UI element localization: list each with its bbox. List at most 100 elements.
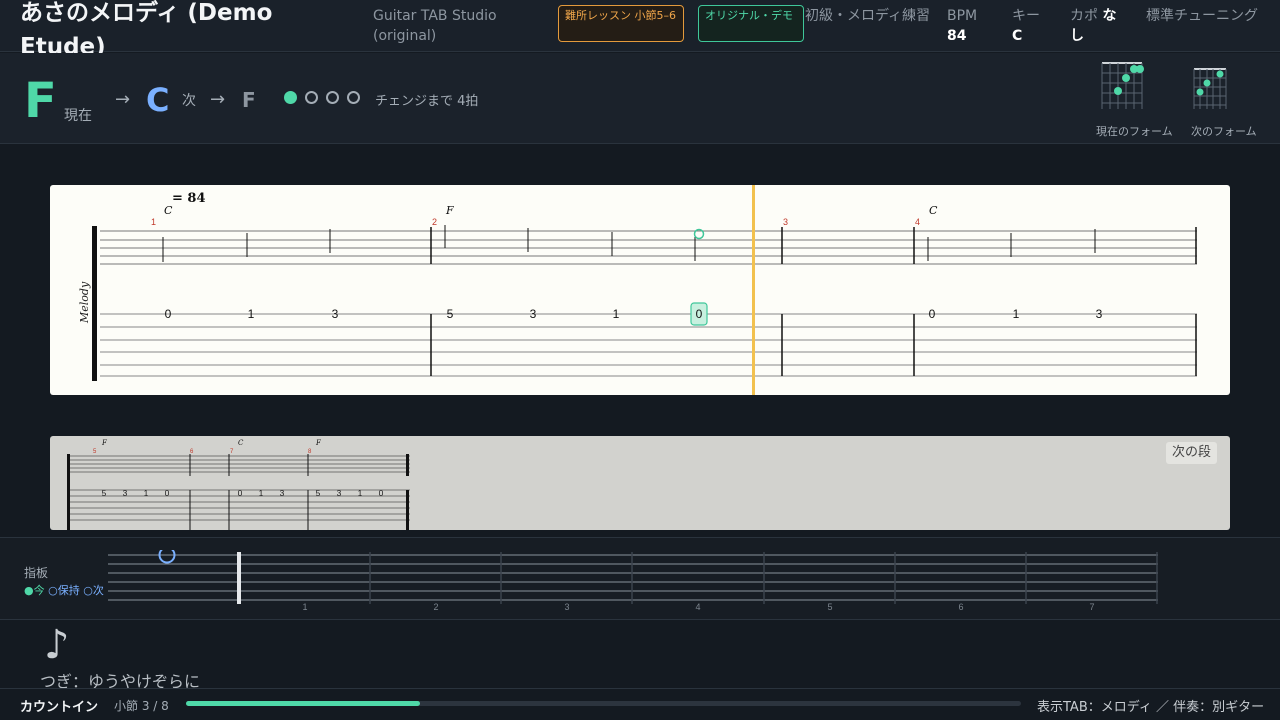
tab-fret: 3 bbox=[123, 489, 128, 498]
capo-label: カポ bbox=[1070, 8, 1098, 24]
fret-number: 1 bbox=[302, 602, 307, 610]
current-form-label: 現在のフォーム bbox=[1096, 125, 1173, 138]
playhead-cursor[interactable] bbox=[752, 185, 755, 395]
measure-position: 小節 3 / 8 bbox=[114, 699, 169, 713]
countin-button[interactable]: カウントイン bbox=[20, 696, 98, 715]
tab-fret: 0 bbox=[165, 307, 172, 321]
legend-now: ●今 bbox=[24, 584, 45, 597]
chord-change-countdown: チェンジまで 4拍 bbox=[375, 94, 479, 109]
system-bracket bbox=[92, 226, 97, 381]
beat-indicator bbox=[326, 91, 339, 104]
footer-bar: カウントイン 小節 3 / 8 表示TAB：メロディ ／ 伴奏：別ギター bbox=[0, 688, 1280, 720]
next-chord-diagram bbox=[1193, 68, 1227, 109]
fret-number: 5 bbox=[827, 602, 832, 610]
song-title: あさのメロディ (Demo Etude) bbox=[20, 0, 273, 54]
music-note-icon: ♪ bbox=[44, 622, 70, 668]
bpm-label: BPM bbox=[947, 8, 978, 24]
fretboard-nut bbox=[237, 552, 241, 604]
chord-bar: F 現在 → C 次 → F チェンジまで 4拍 現在のフォーム 次のフォーム bbox=[0, 53, 1280, 144]
arrow-right-icon: → bbox=[115, 89, 131, 110]
next-chord: C bbox=[146, 81, 170, 119]
tab-fret: 5 bbox=[316, 489, 321, 498]
finger-dot bbox=[1122, 74, 1130, 82]
measure-number: 1 bbox=[151, 217, 156, 227]
current-chord: F bbox=[24, 73, 57, 129]
measure-number: 5 bbox=[93, 449, 97, 455]
next-form-label: 次のフォーム bbox=[1191, 125, 1257, 138]
tab-fret: 5 bbox=[447, 307, 454, 321]
track-name: Melody bbox=[78, 281, 91, 324]
measure-number: 8 bbox=[308, 449, 312, 455]
chord-symbol: C bbox=[929, 204, 938, 217]
score-sheet[interactable]: = 84 Melody 1 2 3 4 C F C 0 1 3 5 3 1 0 … bbox=[50, 185, 1230, 395]
level-label: 初級・メロディ練習 bbox=[805, 8, 931, 24]
tab-fret: 5 bbox=[102, 489, 107, 498]
lesson-badge[interactable]: 難所レッスン 小節5–6 bbox=[558, 5, 684, 42]
fretboard-diagram[interactable]: 1 2 3 4 5 6 7 bbox=[108, 550, 1160, 610]
next-tab-staff: 5 6 7 8 F C F 5 3 1 0 0 1 3 5 3 1 0 bbox=[67, 439, 410, 530]
beat-indicator bbox=[305, 91, 318, 104]
top-header: あさのメロディ (Demo Etude) Guitar TAB Studio (… bbox=[0, 0, 1280, 54]
finger-dot bbox=[1136, 65, 1144, 73]
key-value: C bbox=[1012, 28, 1023, 44]
beat-indicator bbox=[284, 91, 297, 104]
tab-fret: 3 bbox=[332, 307, 339, 321]
fretboard-title: 指板 bbox=[24, 566, 49, 580]
fret-number: 6 bbox=[958, 602, 963, 610]
tab-fret: 3 bbox=[530, 307, 537, 321]
current-chord-diagram bbox=[1101, 62, 1144, 109]
legend-next: ○次 bbox=[83, 584, 104, 597]
fret-number: 4 bbox=[695, 602, 700, 610]
fret-number: 2 bbox=[433, 602, 438, 610]
arrow-right-icon: → bbox=[210, 89, 226, 110]
chord-symbol: F bbox=[445, 204, 454, 217]
tab-fret: 3 bbox=[1096, 307, 1103, 321]
tab-fret: 0 bbox=[379, 489, 384, 498]
fretboard-marker bbox=[158, 550, 176, 564]
finger-dot bbox=[1114, 87, 1122, 95]
measure-number: 2 bbox=[432, 217, 437, 227]
fretboard-panel: 指板 ●今 ○保持 ○次 1 2 3 4 5 6 7 bbox=[0, 537, 1280, 620]
app-name: Guitar TAB Studio (original) bbox=[373, 8, 497, 44]
chord-symbol: F bbox=[101, 439, 108, 447]
fret-number: 7 bbox=[1089, 602, 1094, 610]
original-demo-badge[interactable]: オリジナル・デモ bbox=[698, 5, 804, 42]
chord-symbol: F bbox=[315, 439, 322, 447]
after-next-chord: F bbox=[242, 88, 256, 112]
tab-fret: 1 bbox=[1013, 307, 1020, 321]
bpm-value: 84 bbox=[947, 28, 967, 44]
measure-number: 6 bbox=[190, 449, 194, 455]
tab-fret: 1 bbox=[144, 489, 149, 498]
finger-dot bbox=[1203, 79, 1211, 87]
beat-indicator bbox=[347, 91, 360, 104]
capo-display: カポ なし bbox=[1070, 6, 1130, 46]
tab-staff: = 84 Melody 1 2 3 4 C F C 0 1 3 5 3 1 0 … bbox=[78, 191, 1197, 381]
chord-symbol: C bbox=[238, 439, 244, 447]
tempo-marking: = 84 bbox=[172, 191, 206, 206]
tab-fret: 1 bbox=[358, 489, 363, 498]
tab-fret: 3 bbox=[337, 489, 342, 498]
fret-number: 3 bbox=[564, 602, 569, 610]
bpm-display: BPM 84 bbox=[947, 6, 997, 46]
chord-symbol: C bbox=[164, 204, 173, 217]
measure-number: 7 bbox=[230, 449, 234, 455]
next-system-preview[interactable]: 5 6 7 8 F C F 5 3 1 0 0 1 3 5 3 1 0 bbox=[50, 436, 1230, 530]
progress-bar[interactable] bbox=[186, 701, 1021, 706]
display-info: 表示TAB：メロディ ／ 伴奏：別ギター bbox=[1037, 700, 1265, 715]
key-label: キー bbox=[1012, 8, 1040, 24]
finger-dot bbox=[1196, 88, 1204, 96]
key-display: キー C bbox=[1012, 6, 1062, 46]
next-system-button[interactable]: 次の段 bbox=[1166, 442, 1218, 464]
tab-fret: 1 bbox=[259, 489, 264, 498]
tuning-label: 標準チューニング bbox=[1146, 8, 1258, 24]
current-chord-label: 現在 bbox=[64, 108, 92, 124]
next-chord-label: 次 bbox=[182, 93, 196, 109]
legend-hold: ○保持 bbox=[48, 584, 80, 597]
fretboard-legend: ●今 ○保持 ○次 bbox=[24, 582, 104, 598]
measure-number: 4 bbox=[915, 217, 920, 227]
tab-fret: 0 bbox=[238, 489, 243, 498]
measure-number: 3 bbox=[783, 217, 788, 227]
tab-fret: 1 bbox=[248, 307, 255, 321]
tab-fret: 0 bbox=[929, 307, 936, 321]
progress-fill bbox=[186, 701, 420, 706]
